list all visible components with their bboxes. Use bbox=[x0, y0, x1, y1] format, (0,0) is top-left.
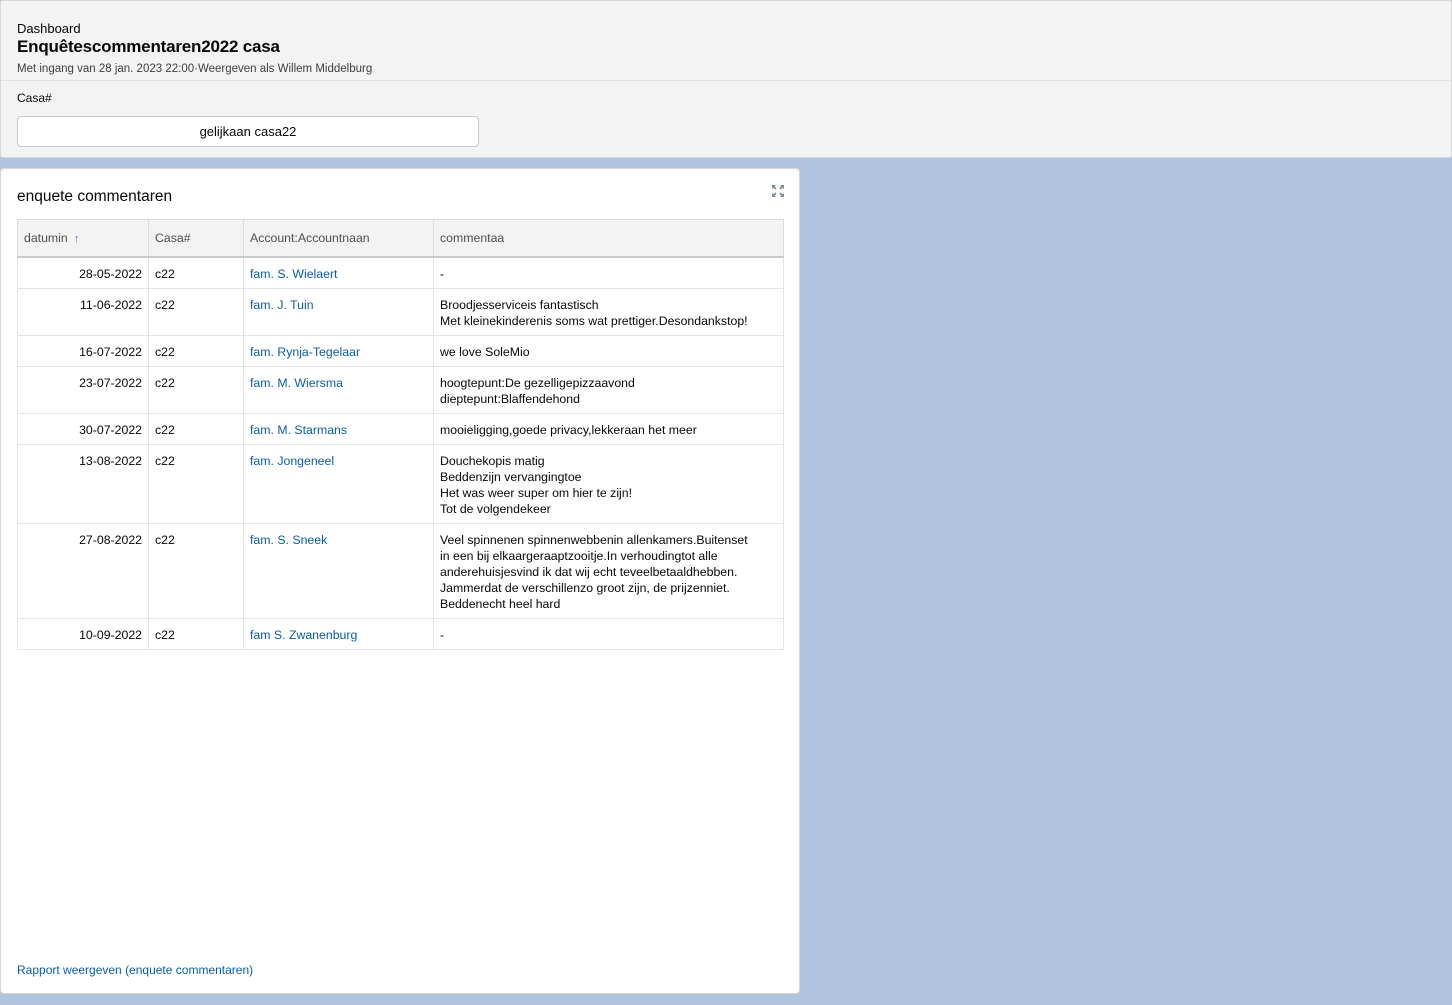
sort-ascending-icon[interactable]: ↑ bbox=[74, 233, 80, 245]
table-row: 16-07-2022 c22 fam. Rynja-Tegelaar we love … bbox=[17, 334, 784, 367]
view-report-link[interactable]: Rapport weergeven (enquete commentaren) bbox=[17, 963, 253, 977]
dashboard-header: Dashboard Enquêtescommentaren2022 casa M… bbox=[0, 0, 1452, 158]
table-row: 13-08-2022 c22 fam. Jongeneel Douchekopis m… bbox=[17, 443, 784, 524]
casa-cell: c22 bbox=[148, 334, 244, 367]
comment-line: hoogtepunt:De gezelligepizzaavond bbox=[440, 375, 635, 390]
comment-cell: - bbox=[433, 256, 784, 289]
comment-line: Veel spinnenen spinnenwebbenin allenkame… bbox=[440, 532, 748, 547]
column-header-comment[interactable]: commentaa bbox=[433, 219, 784, 258]
comment-line: Broodjesserviceis fantastisch bbox=[440, 297, 599, 312]
comment-line: anderehuisjesvind ik dat wij echt teveel… bbox=[440, 564, 738, 579]
table-body: 28-05-2022 c22 fam. S. Wielaert -11-06-2022… bbox=[17, 256, 784, 650]
column-header-account[interactable]: Account:Accountnaan bbox=[243, 219, 434, 258]
dashboard-title: Enquêtescommentaren2022 casa bbox=[17, 37, 280, 56]
card-title: enquete commentaren bbox=[17, 188, 173, 205]
comment-line: Beddenzijn vervangingtoe bbox=[440, 469, 582, 484]
account-link[interactable]: fam. M. Wiersma bbox=[243, 365, 434, 414]
casa-cell: c22 bbox=[148, 522, 244, 619]
comment-line: we love SoleMio bbox=[440, 344, 530, 359]
date-cell: 10-09-2022 bbox=[17, 617, 149, 650]
comment-cell: we love SoleMio bbox=[433, 334, 784, 367]
comment-cell: hoogtepunt:De gezelligepizzaavond dieptep… bbox=[433, 365, 784, 414]
comment-line: Jammerdat de verschillenzo groot zijn, d… bbox=[440, 580, 730, 595]
comment-line: - bbox=[440, 266, 445, 281]
table-row: 27-08-2022 c22 fam. S. Sneek Veel spinnenen… bbox=[17, 522, 784, 619]
comment-line: Beddenecht heel hard bbox=[440, 596, 561, 611]
casa-cell: c22 bbox=[148, 617, 244, 650]
date-cell: 28-05-2022 bbox=[17, 256, 149, 289]
date-cell: 23-07-2022 bbox=[17, 365, 149, 414]
comment-line: Tot de volgendekeer bbox=[440, 501, 551, 516]
date-cell: 11-06-2022 bbox=[17, 287, 149, 336]
account-link[interactable]: fam. S. Wielaert bbox=[243, 256, 434, 289]
account-link[interactable]: fam. M. Starmans bbox=[243, 412, 434, 445]
table-row: 23-07-2022 c22 fam. M. Wiersma hoogtepunt:D… bbox=[17, 365, 784, 414]
header-divider bbox=[1, 80, 1451, 81]
date-cell: 16-07-2022 bbox=[17, 334, 149, 367]
comment-line: in een bij elkaargeraaptzooitje.In verho… bbox=[440, 548, 718, 563]
date-cell: 30-07-2022 bbox=[17, 412, 149, 445]
account-link[interactable]: fam. Rynja-Tegelaar bbox=[243, 334, 434, 367]
table-header-row: datumin ↑ Casa# Account:Accountnaan comme… bbox=[17, 219, 784, 258]
comments-table: datumin ↑ Casa# Account:Accountnaan comme… bbox=[17, 219, 784, 650]
casa-cell: c22 bbox=[148, 365, 244, 414]
comment-line: Met kleinekinderenis soms wat prettiger.… bbox=[440, 313, 748, 328]
comment-cell: mooieligging,goede privacy,lekkeraan het… bbox=[433, 412, 784, 445]
filter-label: Casa# bbox=[17, 91, 52, 105]
comment-cell: Veel spinnenen spinnenwebbenin allenkame… bbox=[433, 522, 784, 619]
comment-line: Douchekopis matig bbox=[440, 453, 545, 468]
comment-line: dieptepunt:Blaffendehond bbox=[440, 391, 580, 406]
comment-cell: Douchekopis matig Beddenzijn vervangingto… bbox=[433, 443, 784, 524]
date-cell: 27-08-2022 bbox=[17, 522, 149, 619]
dashboard-subtitle: Met ingang van 28 jan. 2023 22:00·Weerge… bbox=[17, 63, 373, 75]
table-row: 28-05-2022 c22 fam. S. Wielaert - bbox=[17, 256, 784, 289]
dashboard-eyebrow: Dashboard bbox=[17, 21, 81, 36]
comment-line: - bbox=[440, 627, 445, 642]
table-row: 10-09-2022 c22 fam S. Zwanenburg - bbox=[17, 617, 784, 650]
casa-cell: c22 bbox=[148, 443, 244, 524]
account-link[interactable]: fam. S. Sneek bbox=[243, 522, 434, 619]
account-link[interactable]: fam. J. Tuin bbox=[243, 287, 434, 336]
column-header-casa[interactable]: Casa# bbox=[148, 219, 244, 258]
account-link[interactable]: fam S. Zwanenburg bbox=[243, 617, 434, 650]
comment-line: mooieligging,goede privacy,lekkeraan het… bbox=[440, 422, 697, 437]
casa-cell: c22 bbox=[148, 287, 244, 336]
comment-cell: Broodjesserviceis fantastisch Met kleinek… bbox=[433, 287, 784, 336]
column-header-datumin[interactable]: datumin ↑ bbox=[17, 219, 149, 258]
comment-line: Het was weer super om hier te zijn! bbox=[440, 485, 633, 500]
comment-cell: - bbox=[433, 617, 784, 650]
report-card: enquete commentaren datumin ↑ Casa# Accou… bbox=[0, 168, 800, 994]
casa-filter[interactable]: gelijkaan casa22 bbox=[17, 116, 479, 147]
account-link[interactable]: fam. Jongeneel bbox=[243, 443, 434, 524]
casa-cell: c22 bbox=[148, 256, 244, 289]
expand-icon[interactable] bbox=[771, 184, 785, 198]
table-row: 30-07-2022 c22 fam. M. Starmans mooieliggin… bbox=[17, 412, 784, 445]
table-row: 11-06-2022 c22 fam. J. Tuin Broodjesservice… bbox=[17, 287, 784, 336]
date-cell: 13-08-2022 bbox=[17, 443, 149, 524]
casa-cell: c22 bbox=[148, 412, 244, 445]
